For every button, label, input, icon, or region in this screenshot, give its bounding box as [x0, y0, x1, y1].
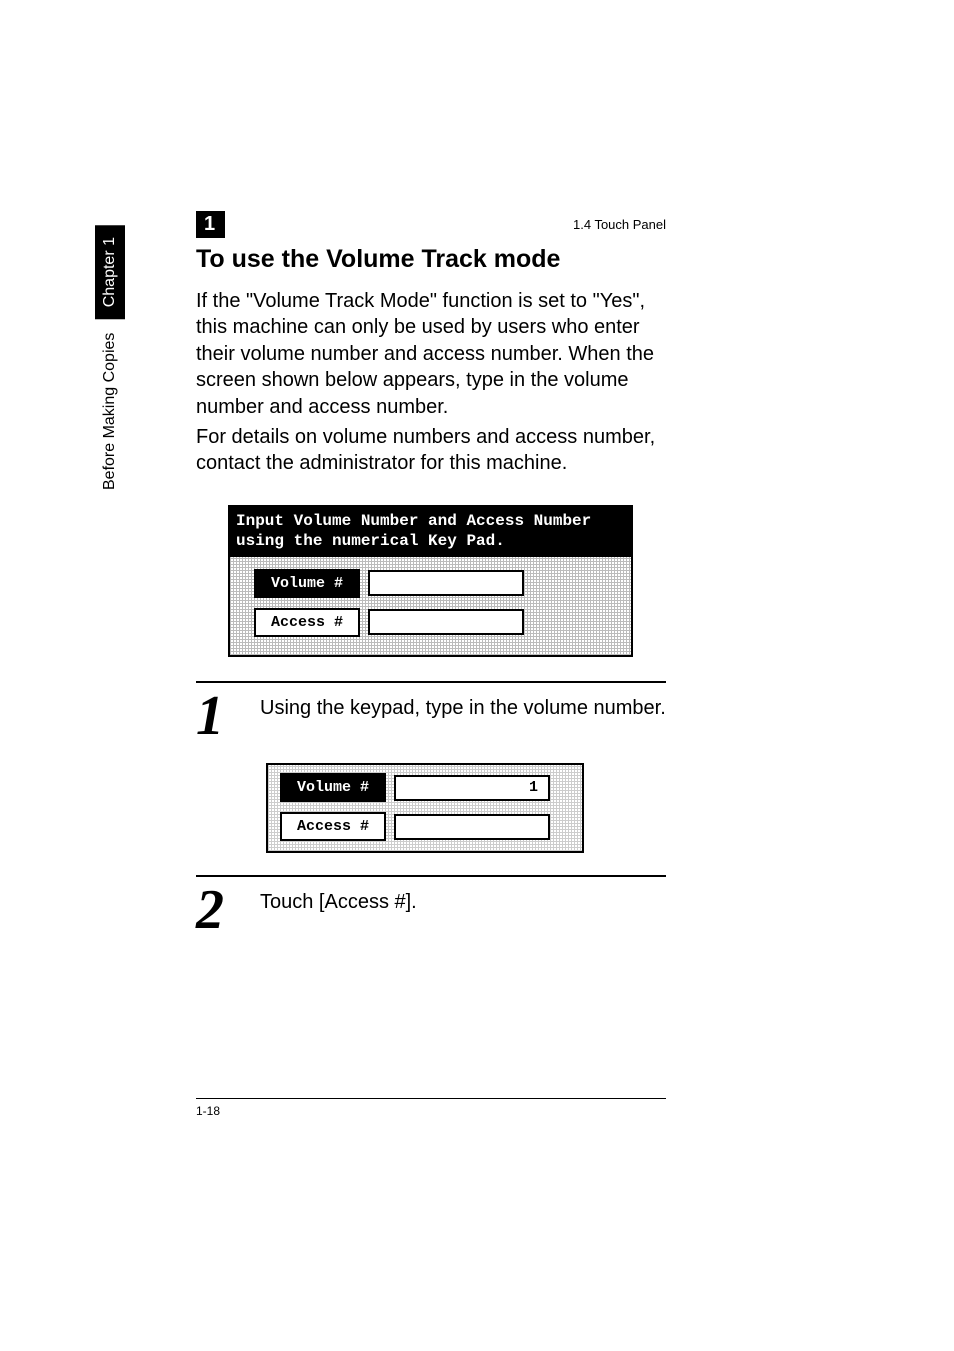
step-separator	[196, 681, 666, 683]
chapter-number-badge: 1	[196, 211, 225, 238]
paragraph-1: If the "Volume Track Mode" function is s…	[196, 288, 666, 420]
access-number-field[interactable]	[394, 814, 550, 840]
step-text-1: Using the keypad, type in the volume num…	[260, 691, 666, 721]
paragraph-2: For details on volume numbers and access…	[196, 424, 666, 477]
panel-title: Input Volume Number and Access Number us…	[228, 505, 633, 557]
touch-panel-screenshot-1: Input Volume Number and Access Number us…	[228, 505, 633, 657]
access-number-button[interactable]: Access #	[280, 812, 386, 841]
page-number: 1-18	[196, 1104, 220, 1118]
access-number-field[interactable]	[368, 609, 524, 635]
access-number-button[interactable]: Access #	[254, 608, 360, 637]
running-head: 1.4 Touch Panel	[573, 217, 666, 232]
volume-number-button[interactable]: Volume #	[254, 569, 360, 598]
footer-rule	[196, 1098, 666, 1099]
section-heading: To use the Volume Track mode	[196, 245, 666, 274]
step-separator	[196, 875, 666, 877]
step-number-1: 1	[196, 691, 242, 741]
volume-number-field[interactable]	[368, 570, 524, 596]
volume-number-field[interactable]: 1	[394, 775, 550, 801]
step-number-2: 2	[196, 885, 242, 935]
volume-number-button[interactable]: Volume #	[280, 773, 386, 802]
panel-title-line2: using the numerical Key Pad.	[236, 531, 625, 551]
section-tab: Before Making Copies	[95, 323, 125, 523]
step-text-2: Touch [Access #].	[260, 885, 666, 915]
chapter-tab: Chapter 1	[95, 225, 125, 319]
touch-panel-screenshot-2: Volume # 1 Access #	[266, 763, 584, 853]
panel-title-line1: Input Volume Number and Access Number	[236, 511, 625, 531]
